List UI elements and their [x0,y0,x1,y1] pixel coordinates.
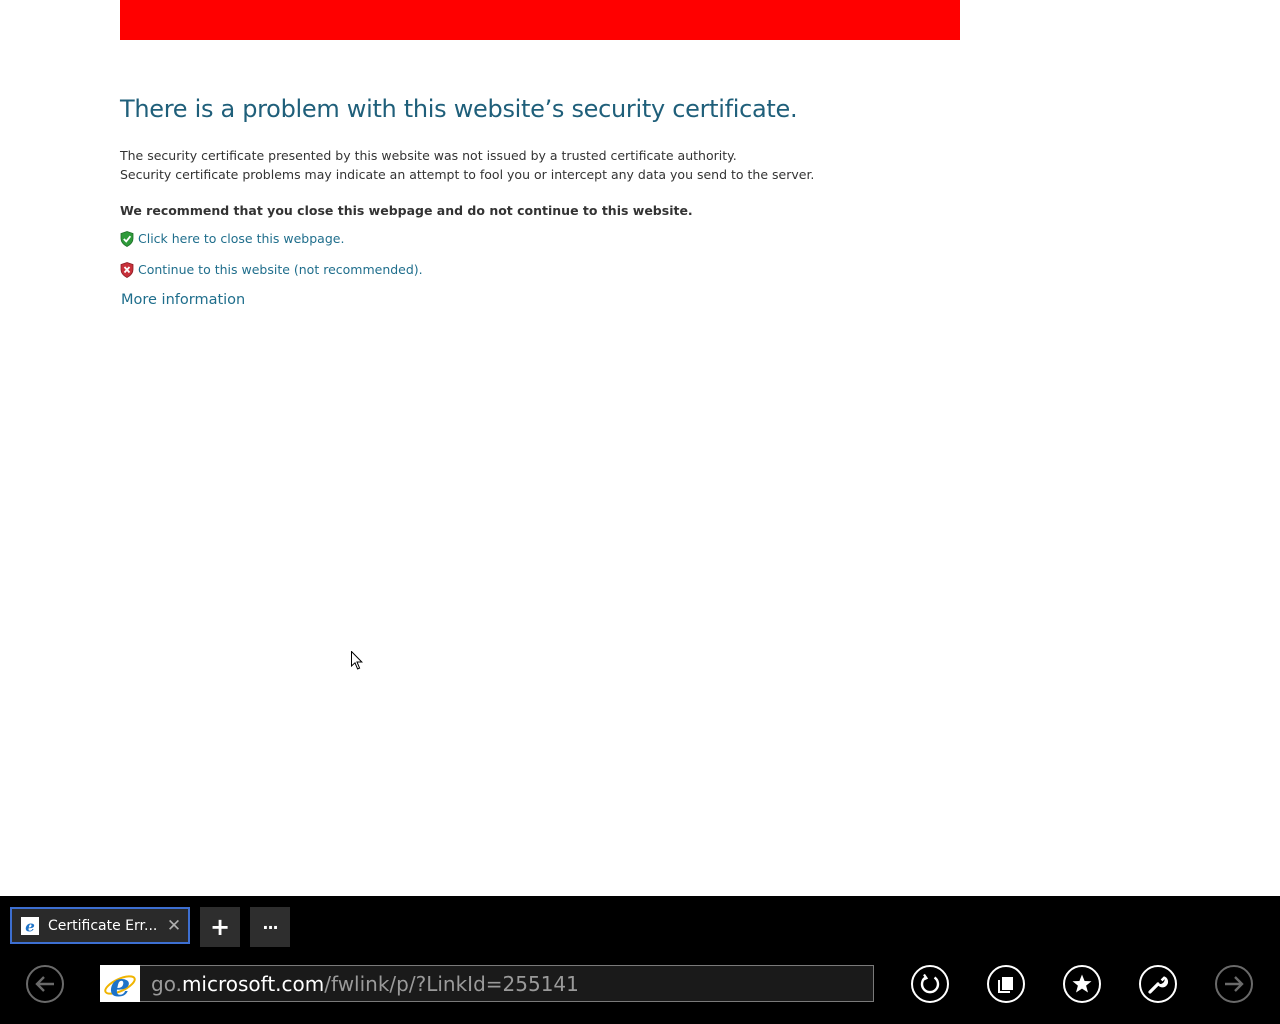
recommendation-text: We recommend that you close this webpage… [120,203,693,218]
mouse-cursor-icon [351,650,363,670]
continue-to-website-link[interactable]: Continue to this website (not recommende… [138,262,423,277]
back-button[interactable] [26,965,64,1003]
warning-banner [120,0,960,40]
svg-text:e: e [110,967,130,1001]
tab-title: Certificate Err... [48,917,158,934]
more-information-link[interactable]: More information [121,292,245,308]
url-path: /fwlink/p/?LinkId=255141 [324,971,579,996]
close-webpage-link[interactable]: Click here to close this webpage. [138,231,344,246]
browser-app-bar: e Certificate Err... ✕ + ··· e go.micros… [0,896,1280,1024]
description-line-1: The security certificate presented by th… [120,148,737,163]
red-shield-x-icon [120,261,134,278]
pin-to-start-icon [998,977,1013,993]
ie-favicon-icon: e [21,916,39,935]
pin-to-start-button[interactable] [987,965,1025,1003]
ie-site-icon: e [100,965,140,1002]
refresh-button[interactable] [911,965,949,1003]
refresh-icon [920,973,940,994]
tab-certificate-error[interactable]: e Certificate Err... ✕ [10,907,190,944]
tab-tools-button[interactable]: ··· [250,907,290,947]
page-title: There is a problem with this website’s s… [120,95,798,123]
svg-text:e: e [25,918,35,934]
green-shield-check-icon [120,230,134,247]
address-url: go.microsoft.com/fwlink/p/?LinkId=255141 [151,972,579,996]
close-webpage-row: Click here to close this webpage. [120,228,980,249]
star-icon [1072,974,1092,993]
error-description: The security certificate presented by th… [120,146,980,184]
favorites-button[interactable] [1063,965,1101,1003]
back-arrow-icon [35,976,54,992]
description-line-2: Security certificate problems may indica… [120,167,815,182]
new-tab-button[interactable]: + [200,907,240,947]
forward-button[interactable] [1215,965,1253,1003]
more-icon: ··· [262,917,278,937]
browser-window: There is a problem with this website’s s… [0,0,1280,1024]
page-tools-button[interactable] [1139,965,1177,1003]
forward-arrow-icon [1225,976,1244,992]
plus-icon: + [209,913,231,941]
continue-website-row: Continue to this website (not recommende… [120,259,980,280]
certificate-error-content: There is a problem with this website’s s… [120,90,980,308]
close-tab-icon[interactable]: ✕ [164,916,184,936]
url-prefix: go. [151,971,182,996]
address-bar[interactable]: e go.microsoft.com/fwlink/p/?LinkId=2551… [100,965,874,1002]
wrench-icon [1148,976,1168,994]
url-host: microsoft.com [181,971,325,996]
